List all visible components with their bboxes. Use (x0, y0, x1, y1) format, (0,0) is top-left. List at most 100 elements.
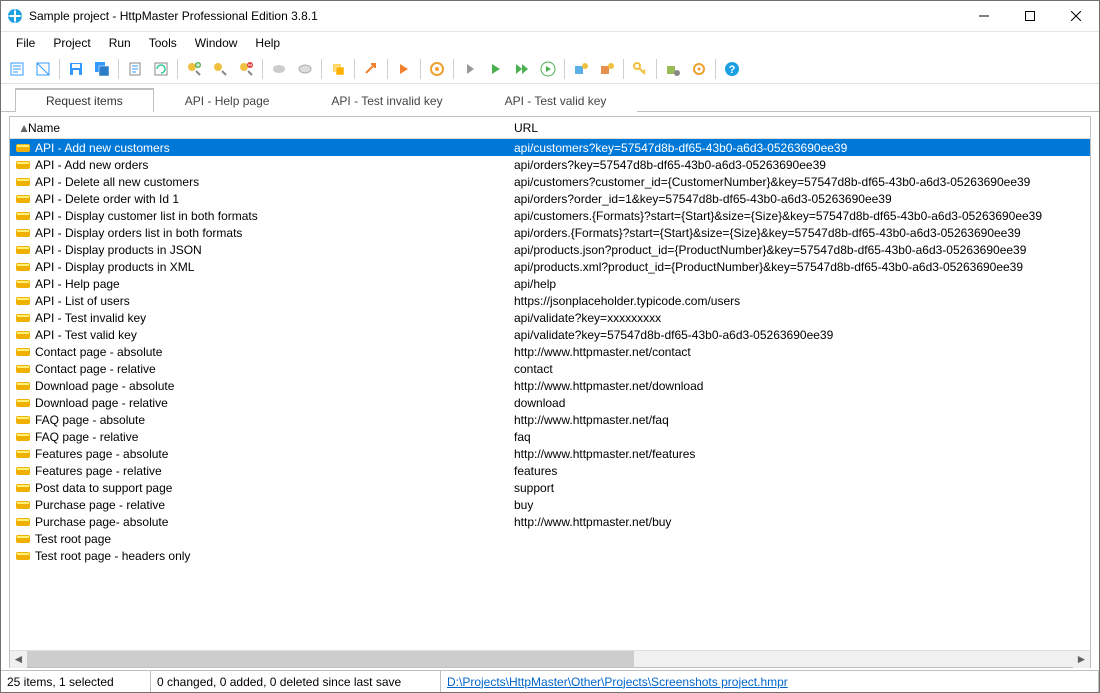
toolbar-separator (321, 59, 322, 79)
run-button[interactable] (484, 57, 508, 81)
row-url: features (508, 464, 1090, 478)
table-row[interactable]: Post data to support pagesupport (10, 479, 1090, 496)
row-name: Download page - absolute (33, 379, 508, 393)
request-item-icon (13, 293, 33, 309)
tab-api-test-valid-key[interactable]: API - Test valid key (474, 88, 638, 112)
sort-ascending-icon: ▲ (20, 121, 28, 135)
project-properties-button[interactable] (123, 57, 147, 81)
run-group-button[interactable] (536, 57, 560, 81)
table-row[interactable]: Purchase page - relativebuy (10, 496, 1090, 513)
tabstrip: Request itemsAPI - Help pageAPI - Test i… (1, 86, 1099, 112)
disable-button[interactable] (293, 57, 317, 81)
minimize-button[interactable] (961, 1, 1007, 31)
table-row[interactable]: Features page - absolutehttp://www.httpm… (10, 445, 1090, 462)
run-all-button[interactable] (510, 57, 534, 81)
open-project-button[interactable] (31, 57, 55, 81)
menu-run[interactable]: Run (100, 32, 140, 54)
close-button[interactable] (1053, 1, 1099, 31)
tab-api-test-invalid-key[interactable]: API - Test invalid key (300, 88, 473, 112)
refresh-button[interactable] (149, 57, 173, 81)
delete-item-button[interactable] (234, 57, 258, 81)
edit-item-button[interactable] (208, 57, 232, 81)
status-project-path[interactable]: D:\Projects\HttpMaster\Other\Projects\Sc… (441, 671, 1099, 692)
auth-manage-button[interactable] (595, 57, 619, 81)
table-row[interactable]: API - Display products in XMLapi/product… (10, 258, 1090, 275)
row-name: Post data to support page (33, 481, 508, 495)
menu-window[interactable]: Window (186, 32, 247, 54)
scroll-left-button[interactable]: ◄ (10, 651, 27, 668)
horizontal-scrollbar[interactable]: ◄ ► (10, 650, 1090, 667)
row-name: API - Display products in XML (33, 260, 508, 274)
list-header: ▲ Name URL (10, 117, 1090, 139)
scroll-right-button[interactable]: ► (1073, 651, 1090, 668)
row-name: API - Test valid key (33, 328, 508, 342)
table-row[interactable]: API - Test invalid keyapi/validate?key=x… (10, 309, 1090, 326)
table-row[interactable]: Purchase page- absolutehttp://www.httpma… (10, 513, 1090, 530)
table-row[interactable]: Contact page - relativecontact (10, 360, 1090, 377)
global-parameters-button[interactable] (425, 57, 449, 81)
step-button[interactable] (458, 57, 482, 81)
tab-api-help-page[interactable]: API - Help page (154, 88, 301, 112)
row-name: API - Add new customers (33, 141, 508, 155)
table-row[interactable]: API - Help pageapi/help (10, 275, 1090, 292)
table-row[interactable]: Test root page (10, 530, 1090, 547)
column-url[interactable]: URL (508, 117, 1090, 138)
table-row[interactable]: API - Add new customersapi/customers?key… (10, 139, 1090, 156)
table-row[interactable]: Test root page - headers only (10, 547, 1090, 564)
table-row[interactable]: API - Test valid keyapi/validate?key=575… (10, 326, 1090, 343)
menu-tools[interactable]: Tools (140, 32, 186, 54)
request-item-icon (13, 191, 33, 207)
key-button[interactable] (628, 57, 652, 81)
menu-project[interactable]: Project (44, 32, 99, 54)
request-item-icon (13, 463, 33, 479)
request-item-icon (13, 327, 33, 343)
new-project-button[interactable] (5, 57, 29, 81)
row-name: API - Display orders list in both format… (33, 226, 508, 240)
tab-request-items[interactable]: Request items (15, 88, 154, 112)
auth-basic-button[interactable] (569, 57, 593, 81)
table-row[interactable]: FAQ page - relativefaq (10, 428, 1090, 445)
row-name: API - List of users (33, 294, 508, 308)
table-row[interactable]: FAQ page - absolutehttp://www.httpmaster… (10, 411, 1090, 428)
row-name: API - Display customer list in both form… (33, 209, 508, 223)
table-row[interactable]: Download page - relativedownload (10, 394, 1090, 411)
column-name[interactable]: ▲ Name (10, 117, 508, 138)
table-row[interactable]: Contact page - absolutehttp://www.httpma… (10, 343, 1090, 360)
save-all-button[interactable] (90, 57, 114, 81)
row-url: api/validate?key=xxxxxxxxx (508, 311, 1090, 325)
window-controls (961, 1, 1099, 31)
app-window: Sample project - HttpMaster Professional… (0, 0, 1100, 693)
table-row[interactable]: API - Delete all new customersapi/custom… (10, 173, 1090, 190)
row-name: Purchase page - relative (33, 498, 508, 512)
row-name: Test root page (33, 532, 508, 546)
menu-help[interactable]: Help (246, 32, 289, 54)
copy-button[interactable] (326, 57, 350, 81)
table-row[interactable]: Download page - absolutehttp://www.httpm… (10, 377, 1090, 394)
scroll-thumb[interactable] (27, 651, 634, 667)
request-item-icon (13, 242, 33, 258)
maximize-button[interactable] (1007, 1, 1053, 31)
list-body[interactable]: API - Add new customersapi/customers?key… (10, 139, 1090, 650)
row-url: api/customers.{Formats}?start={Start}&si… (508, 209, 1090, 223)
row-url: https://jsonplaceholder.typicode.com/use… (508, 294, 1090, 308)
settings-button[interactable] (687, 57, 711, 81)
enable-button[interactable] (267, 57, 291, 81)
table-row[interactable]: API - List of usershttps://jsonplacehold… (10, 292, 1090, 309)
start-button[interactable] (392, 57, 416, 81)
table-row[interactable]: API - Delete order with Id 1api/orders?o… (10, 190, 1090, 207)
table-row[interactable]: API - Add new ordersapi/orders?key=57547… (10, 156, 1090, 173)
row-url: support (508, 481, 1090, 495)
table-row[interactable]: API - Display customer list in both form… (10, 207, 1090, 224)
table-row[interactable]: Features page - relativefeatures (10, 462, 1090, 479)
save-button[interactable] (64, 57, 88, 81)
scroll-track[interactable] (27, 651, 1073, 667)
menu-file[interactable]: File (7, 32, 44, 54)
table-row[interactable]: API - Display orders list in both format… (10, 224, 1090, 241)
options-button[interactable] (661, 57, 685, 81)
add-item-button[interactable] (182, 57, 206, 81)
column-name-label: Name (28, 121, 60, 135)
help-button[interactable]: ? (720, 57, 744, 81)
request-url-button[interactable] (359, 57, 383, 81)
request-item-icon (13, 276, 33, 292)
table-row[interactable]: API - Display products in JSONapi/produc… (10, 241, 1090, 258)
